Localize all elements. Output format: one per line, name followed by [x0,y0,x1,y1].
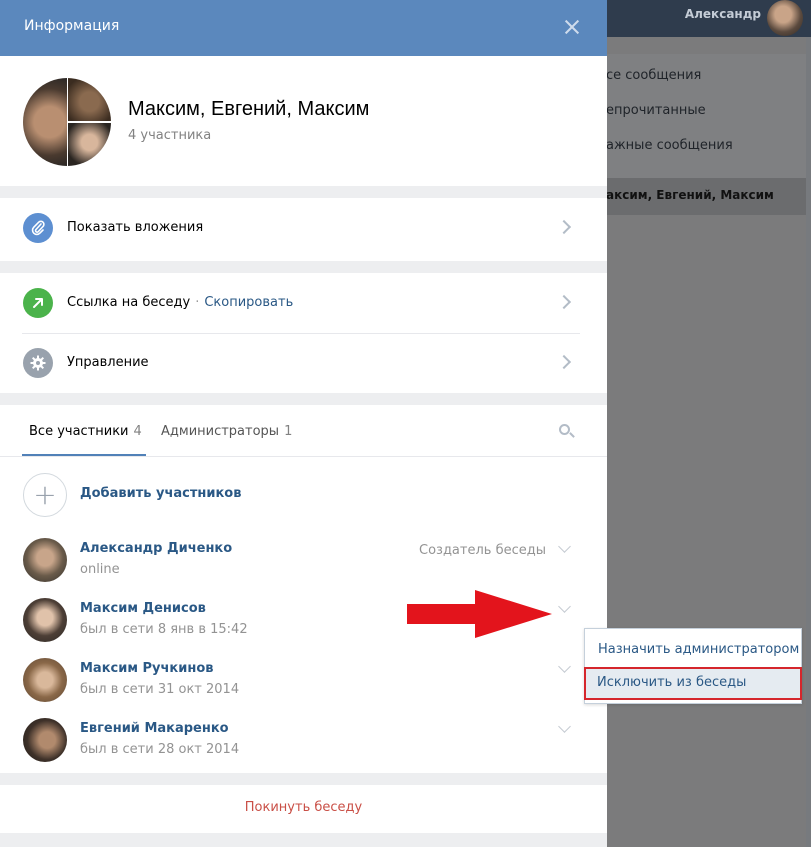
leave-section: Покинуть беседу [0,785,607,833]
avatar-part [68,123,111,166]
chevron-right-icon [556,219,572,235]
member-row: Александр Диченко online Создатель бесед… [0,534,607,586]
members-section: Все участники 4 Администраторы 1 + Добавит… [0,405,607,773]
menu-item-important[interactable]: ажные сообщения [606,138,733,153]
chevron-down-icon[interactable] [558,540,571,553]
tab-label: Все участники [29,424,129,439]
plus-icon: + [23,473,67,517]
avatar[interactable] [23,598,67,642]
show-attachments-row[interactable]: Показать вложения [0,198,607,258]
avatar-part [68,78,111,121]
conversation-label: аксим, Евгений, Максим [606,188,774,202]
chevron-down-icon[interactable] [558,660,571,673]
add-members-label: Добавить участников [80,486,242,501]
search-icon[interactable] [559,424,575,438]
leave-chat-button[interactable]: Покинуть беседу [0,800,607,815]
close-icon[interactable] [563,18,581,36]
member-row: Максим Ручкинов был в сети 31 окт 2014 [0,654,607,706]
tab-count: 1 [284,424,293,439]
chat-link-text: Ссылка на беседу · Скопировать [67,295,293,310]
active-tab-indicator [22,454,146,456]
members-tabs: Все участники 4 Администраторы 1 [0,405,607,457]
chevron-down-icon[interactable] [558,600,571,613]
chat-link-label: Ссылка на беседу [67,295,191,310]
menu-item-unread[interactable]: епрочитанные [606,103,706,118]
chevron-right-icon [556,294,572,310]
member-name[interactable]: Максим Ручкинов [80,661,214,676]
member-name[interactable]: Евгений Макаренко [80,721,229,736]
member-status: online [80,562,120,577]
chat-members-count: 4 участника [128,128,212,143]
menu-item-all-messages[interactable]: се сообщения [606,68,701,83]
modal-header: Информация [0,0,607,56]
user-avatar[interactable] [767,0,803,36]
chat-info-modal: Информация Максим, Евгений, Максим 4 уча… [0,0,607,847]
make-admin-item[interactable]: Назначить администратором [585,634,801,666]
member-actions-dropdown: Назначить администратором Исключить из б… [584,628,802,704]
member-row: Евгений Макаренко был в сети 28 окт 2014 [0,714,607,766]
chevron-down-icon[interactable] [558,720,571,733]
member-status: был в сети 31 окт 2014 [80,682,240,697]
member-name[interactable]: Александр Диченко [80,541,232,556]
member-status: был в сети 8 янв в 15:42 [80,622,248,637]
copy-link[interactable]: Скопировать [204,295,293,310]
avatar[interactable] [23,538,67,582]
chat-avatar[interactable] [23,78,111,166]
show-attachments-label: Показать вложения [67,220,204,235]
separator-dot: · [195,295,200,310]
user-name[interactable]: Александр [685,7,761,21]
annotation-arrow-icon [407,590,552,638]
avatar-part [23,78,67,166]
avatar[interactable] [23,718,67,762]
tab-all-members[interactable]: Все участники 4 [29,424,142,439]
tab-label: Администраторы [161,424,280,439]
remove-from-chat-item[interactable]: Исключить из беседы [584,667,802,700]
member-status: был в сети 28 окт 2014 [80,742,240,757]
link-arrow-icon [23,288,53,318]
attachments-section: Показать вложения [0,198,607,261]
modal-title: Информация [24,18,120,34]
add-members-button[interactable]: + Добавить участников [0,473,607,517]
manage-row[interactable]: Управление [0,333,607,393]
chat-title[interactable]: Максим, Евгений, Максим [128,98,369,121]
chevron-right-icon [556,354,572,370]
manage-label: Управление [67,355,149,370]
tab-count: 4 [133,424,142,439]
avatar[interactable] [23,658,67,702]
chat-link-row[interactable]: Ссылка на беседу · Скопировать [0,273,607,334]
tab-administrators[interactable]: Администраторы 1 [161,424,292,439]
gear-icon [23,348,53,378]
settings-section: Ссылка на беседу · Скопировать Управление [0,273,607,393]
member-name[interactable]: Максим Денисов [80,601,206,616]
chat-info-section: Максим, Евгений, Максим 4 участника [0,56,607,186]
member-role: Создатель беседы [419,543,546,558]
paperclip-icon [23,213,53,243]
